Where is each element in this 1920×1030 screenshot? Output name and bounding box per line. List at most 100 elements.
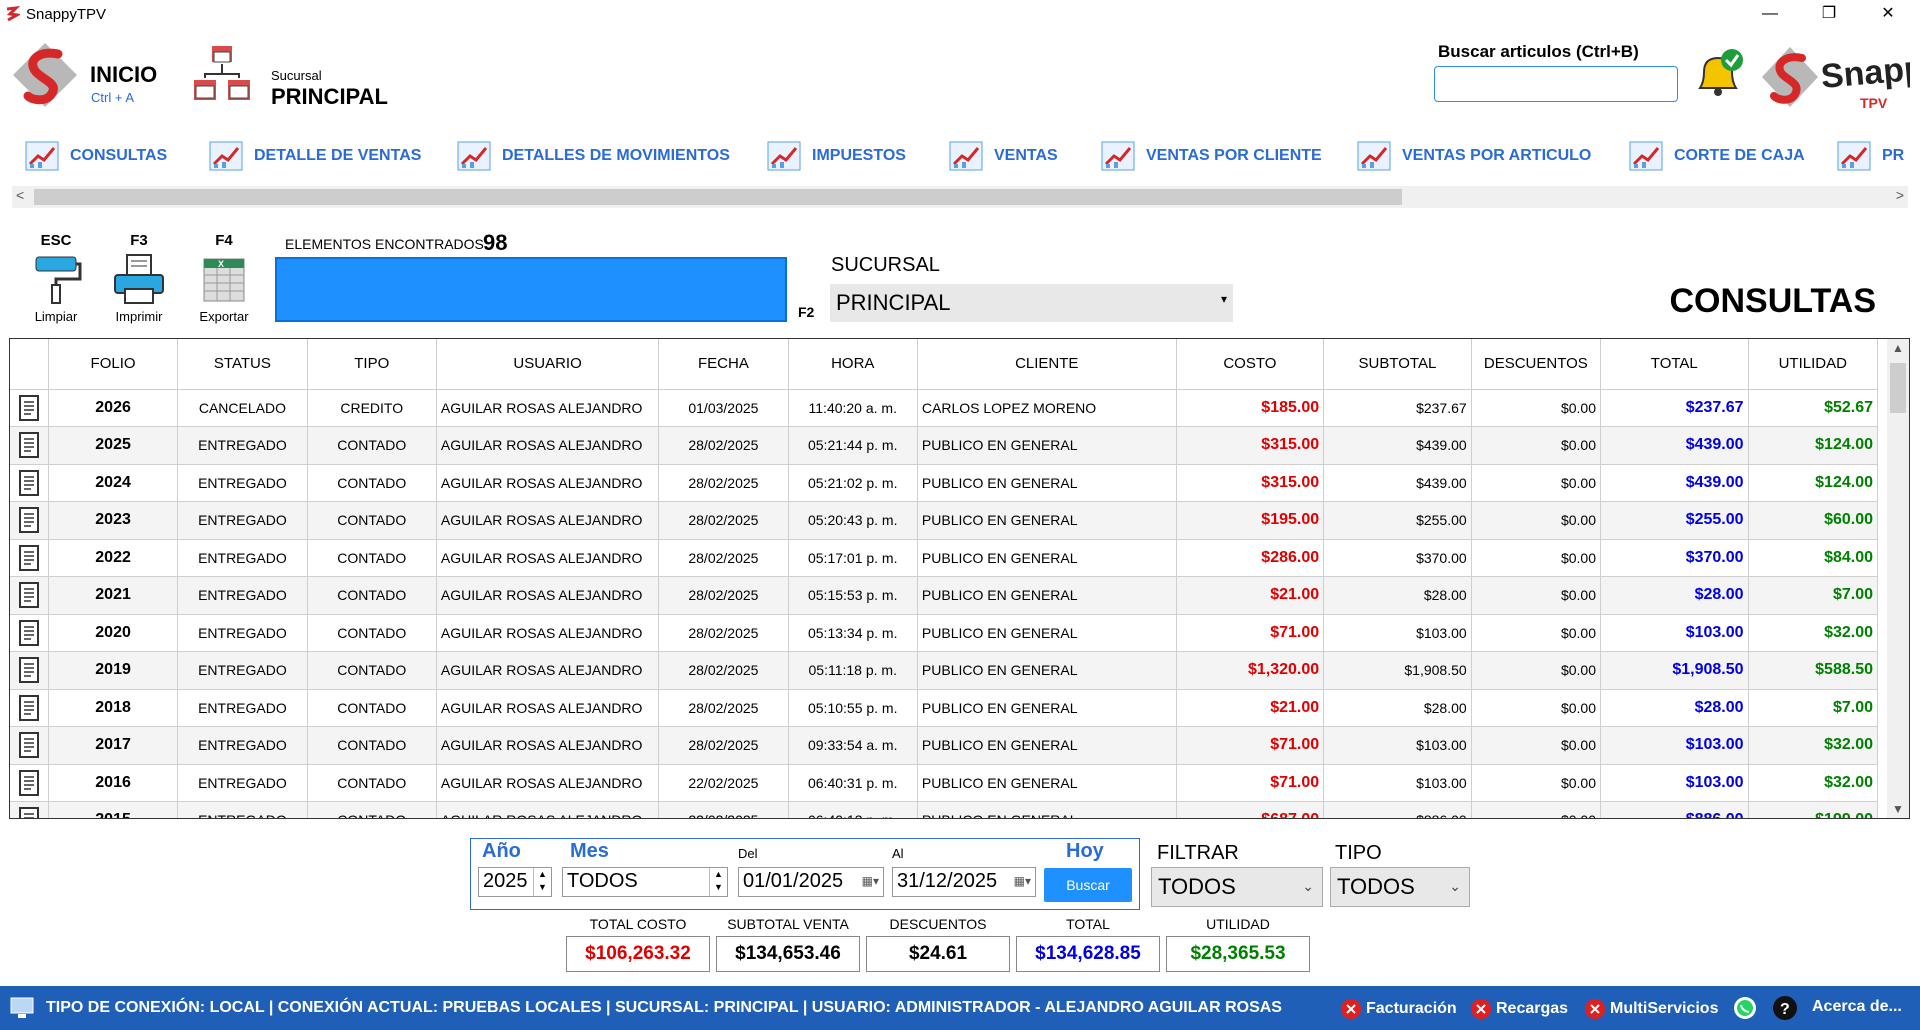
document-icon[interactable] — [17, 694, 41, 722]
detail-cell[interactable] — [10, 614, 49, 652]
column-header[interactable]: USUARIO — [436, 339, 660, 390]
minimize-button[interactable]: — — [1742, 0, 1798, 30]
menu-ventas[interactable]: VENTAS — [946, 136, 1058, 176]
document-icon[interactable] — [17, 806, 41, 819]
recargas-link[interactable]: Recargas — [1470, 998, 1568, 1020]
table-row[interactable]: 2015ENTREGADOCONTADOAGUILAR ROSAS ALEJAN… — [10, 801, 1879, 819]
column-header[interactable]: TOTAL — [1600, 339, 1749, 390]
scrollbar-thumb[interactable] — [34, 189, 1402, 205]
restore-button[interactable]: ❐ — [1801, 0, 1857, 30]
detail-cell[interactable] — [10, 539, 49, 577]
hoy-link[interactable]: Hoy — [1066, 840, 1104, 863]
help-icon[interactable]: ? — [1772, 995, 1798, 1021]
menu-detalles-de-movimientos[interactable]: DETALLES DE MOVIMIENTOS — [454, 136, 730, 176]
detail-cell[interactable] — [10, 689, 49, 727]
document-icon[interactable] — [17, 619, 41, 647]
table-row[interactable]: 2018 ENTREGADO CONTADO AGUILAR ROSAS ALEJAN… — [10, 689, 1879, 727]
limpiar-button[interactable]: ESC Limpiar — [21, 232, 91, 324]
document-icon[interactable] — [17, 469, 41, 497]
inicio-label[interactable]: INICIO — [90, 62, 157, 88]
mes-stepper[interactable]: TODOS ▲ ▼ — [562, 867, 728, 897]
table-row[interactable]: 2025 ENTREGADO CONTADO AGUILAR ROSAS ALEJAN… — [10, 426, 1879, 465]
menu-pr[interactable]: PR — [1834, 136, 1904, 176]
tipo-select[interactable]: TODOS ⌄ — [1330, 867, 1470, 907]
table-row[interactable]: 2016 ENTREGADO CONTADO AGUILAR ROSAS ALEJAN… — [10, 764, 1879, 802]
multiservicios-link[interactable]: MultiServicios — [1584, 998, 1718, 1020]
imprimir-button[interactable]: F3 Imprimir — [104, 232, 174, 324]
column-header[interactable]: HORA — [788, 339, 918, 390]
detail-cell[interactable] — [10, 726, 49, 765]
exportar-button[interactable]: F4 X Exportar — [189, 232, 259, 324]
close-button[interactable]: ✕ — [1860, 0, 1916, 30]
document-icon[interactable] — [17, 731, 41, 759]
spin-arrows-icon[interactable]: ▲ ▼ — [533, 868, 551, 896]
menu-ventas-por-articulo[interactable]: VENTAS POR ARTICULO — [1354, 136, 1591, 176]
document-icon[interactable] — [17, 431, 41, 459]
menu-consultas[interactable]: CONSULTAS — [22, 136, 167, 176]
app-logo-icon — [6, 6, 20, 22]
detail-cell[interactable] — [10, 651, 49, 690]
anio-stepper[interactable]: 2025 ▲ ▼ — [478, 867, 552, 897]
notification-bell-icon[interactable] — [1690, 46, 1746, 102]
column-header[interactable]: FOLIO — [48, 339, 179, 390]
branch-icon[interactable] — [192, 42, 254, 104]
menu-impuestos[interactable]: IMPUESTOS — [764, 136, 906, 176]
date-from-picker[interactable]: 01/01/2025 ▦▾ — [738, 867, 884, 897]
document-icon[interactable] — [17, 769, 41, 797]
column-header[interactable]: DESCUENTOS — [1471, 339, 1602, 390]
document-icon[interactable] — [17, 506, 41, 534]
column-header[interactable]: STATUS — [177, 339, 308, 390]
folio-cell: 2020 — [48, 614, 179, 652]
date-to-picker[interactable]: 31/12/2025 ▦▾ — [892, 867, 1036, 897]
inicio-logo-icon[interactable] — [10, 40, 80, 110]
scrollbar-thumb[interactable] — [1890, 363, 1906, 413]
spin-arrows-icon[interactable]: ▲ ▼ — [709, 868, 727, 896]
table-row[interactable]: 2022 ENTREGADO CONTADO AGUILAR ROSAS ALEJAN… — [10, 539, 1879, 577]
column-header[interactable] — [10, 339, 49, 390]
detail-cell[interactable] — [10, 426, 49, 465]
scroll-up-icon[interactable]: ▲ — [1892, 341, 1904, 355]
document-icon[interactable] — [17, 656, 41, 684]
table-row[interactable]: 2024 ENTREGADO CONTADO AGUILAR ROSAS ALEJAN… — [10, 464, 1879, 502]
table-row[interactable]: 2021 ENTREGADO CONTADO AGUILAR ROSAS ALEJAN… — [10, 576, 1879, 615]
acerca-de-link[interactable]: Acerca de... — [1812, 998, 1902, 1016]
detail-cell[interactable] — [10, 464, 49, 502]
column-header[interactable]: TIPO — [307, 339, 437, 390]
detail-cell[interactable] — [10, 389, 49, 427]
table-row[interactable]: 2017 ENTREGADO CONTADO AGUILAR ROSAS ALEJAN… — [10, 726, 1879, 765]
folio-cell: 2024 — [48, 464, 179, 502]
sucursal-select[interactable]: PRINCIPAL ▾ — [830, 284, 1233, 322]
table-row[interactable]: 2023 ENTREGADO CONTADO AGUILAR ROSAS ALEJAN… — [10, 501, 1879, 540]
document-icon[interactable] — [17, 581, 41, 609]
calendar-icon[interactable]: ▦▾ — [1014, 874, 1031, 888]
grid-vertical-scrollbar[interactable]: ▲ ▼ — [1887, 339, 1909, 818]
column-header[interactable]: FECHA — [658, 339, 789, 390]
table-row[interactable]: 2026 CANCELADO CREDITO AGUILAR ROSAS ALEJAN… — [10, 389, 1879, 427]
document-icon[interactable] — [17, 544, 41, 572]
column-header[interactable]: SUBTOTAL — [1323, 339, 1472, 390]
menu-corte-de-caja[interactable]: CORTE DE CAJA — [1626, 136, 1805, 176]
facturacion-link[interactable]: Facturación — [1340, 998, 1457, 1020]
menu-detalle-de-ventas[interactable]: DETALLE DE VENTAS — [206, 136, 421, 176]
document-icon[interactable] — [17, 394, 41, 422]
buscar-button[interactable]: Buscar — [1044, 868, 1132, 902]
whatsapp-icon[interactable] — [1732, 995, 1758, 1021]
detail-cell[interactable] — [10, 576, 49, 615]
table-row[interactable]: 2019 ENTREGADO CONTADO AGUILAR ROSAS ALEJAN… — [10, 651, 1879, 690]
column-header[interactable]: CLIENTE — [917, 339, 1177, 390]
filtrar-select[interactable]: TODOS ⌄ — [1151, 867, 1323, 907]
scroll-left-icon[interactable]: < — [16, 187, 24, 203]
detail-cell[interactable] — [10, 764, 49, 802]
search-input[interactable] — [1434, 66, 1678, 102]
detail-cell[interactable] — [10, 801, 49, 819]
table-row[interactable]: 2020 ENTREGADO CONTADO AGUILAR ROSAS ALEJAN… — [10, 614, 1879, 652]
calendar-icon[interactable]: ▦▾ — [862, 874, 879, 888]
column-header[interactable]: COSTO — [1176, 339, 1325, 390]
detail-cell[interactable] — [10, 501, 49, 540]
menu-ventas-por-cliente[interactable]: VENTAS POR CLIENTE — [1098, 136, 1322, 176]
search-filter-box[interactable] — [275, 257, 787, 322]
column-header[interactable]: UTILIDAD — [1748, 339, 1879, 390]
scroll-right-icon[interactable]: > — [1896, 187, 1904, 203]
scroll-down-icon[interactable]: ▼ — [1892, 802, 1904, 816]
menu-horizontal-scrollbar[interactable]: < > — [12, 186, 1908, 208]
